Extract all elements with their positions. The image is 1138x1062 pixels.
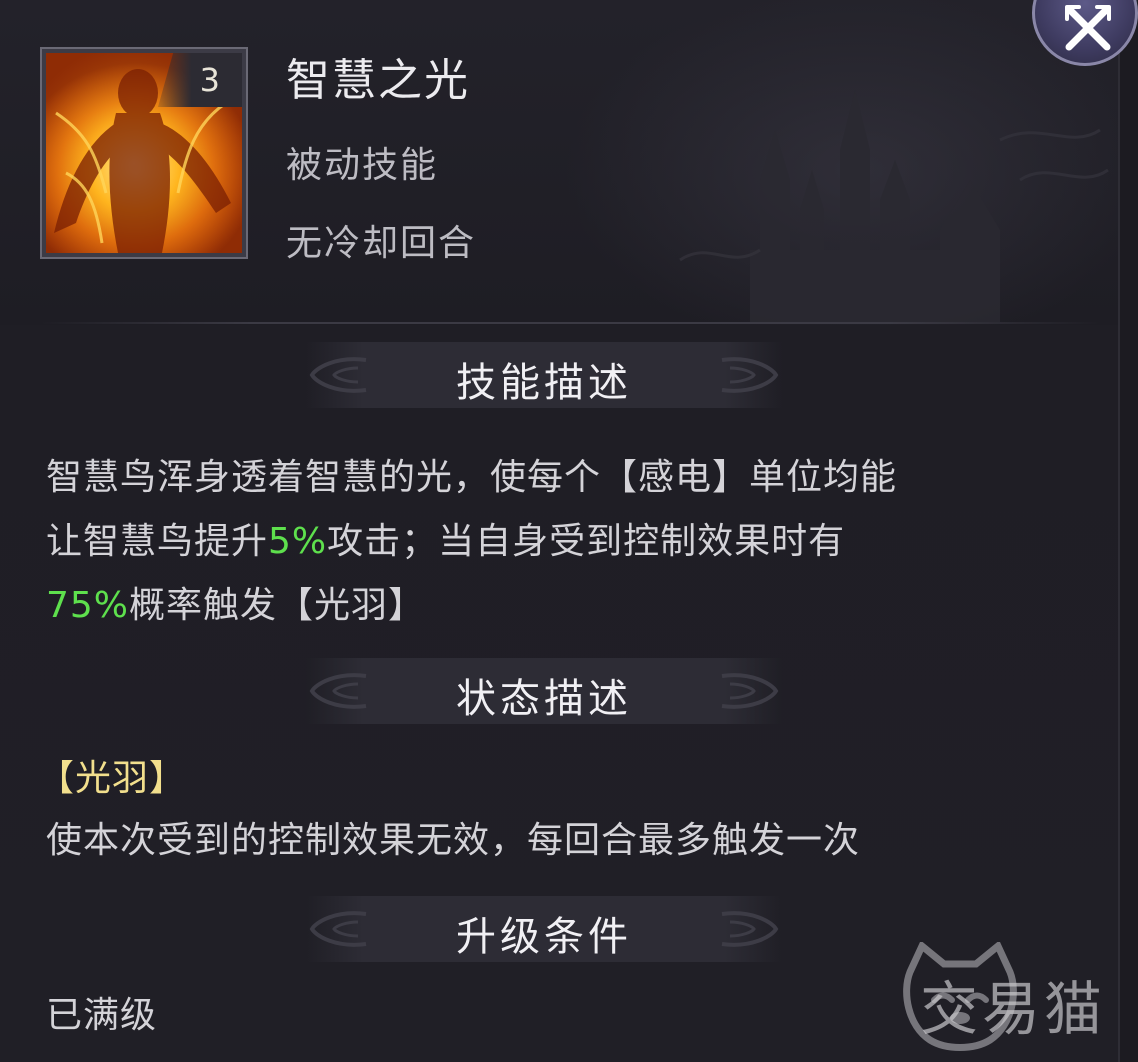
skill-description-text: 智慧鸟浑身透着智慧的光，使每个【感电】单位均能 让智慧鸟提升5%攻击；当自身受到… bbox=[46, 446, 1076, 638]
ornament-right-icon bbox=[721, 673, 779, 709]
description-line-3: 75%概率触发【光羽】 bbox=[46, 585, 426, 626]
skill-name: 智慧之光 bbox=[286, 55, 470, 106]
description-line-2: 让智慧鸟提升5%攻击；当自身受到控制效果时有 bbox=[46, 521, 846, 562]
header-divider bbox=[40, 322, 1100, 324]
castle-silhouette-decoration bbox=[679, 90, 1109, 322]
section-title-status: 状态描述 bbox=[456, 676, 632, 722]
status-name: 【光羽】 bbox=[38, 758, 187, 799]
ornament-right-icon bbox=[721, 357, 779, 393]
skill-detail-panel: 3 智慧之光 被动技能 无冷却回合 技能描述 智慧鸟浑身透着智慧的光，使每个【感… bbox=[0, 0, 1120, 1062]
status-text: 使本次受到的控制效果无效，每回合最多触发一次 bbox=[46, 820, 861, 861]
section-header-status: 状态描述 bbox=[306, 658, 782, 724]
section-title-upgrade: 升级条件 bbox=[456, 914, 632, 960]
skill-cooldown: 无冷却回合 bbox=[286, 223, 477, 264]
close-x-icon bbox=[1065, 5, 1111, 51]
watermark-text: 交易猫 bbox=[920, 975, 1107, 1043]
section-title-description: 技能描述 bbox=[456, 360, 632, 406]
skill-level: 3 bbox=[199, 61, 220, 99]
ornament-right-icon bbox=[721, 911, 779, 947]
trigger-chance-value: 75% bbox=[46, 585, 130, 626]
section-header-description: 技能描述 bbox=[306, 342, 782, 408]
status-description: 【光羽】 使本次受到的控制效果无效，每回合最多触发一次 bbox=[38, 748, 1076, 872]
skill-type: 被动技能 bbox=[286, 145, 439, 186]
attack-bonus-value: 5% bbox=[268, 521, 328, 562]
section-header-upgrade: 升级条件 bbox=[306, 896, 782, 962]
description-line-1: 智慧鸟浑身透着智慧的光，使每个【感电】单位均能 bbox=[46, 457, 898, 498]
skill-icon: 3 bbox=[40, 47, 248, 259]
